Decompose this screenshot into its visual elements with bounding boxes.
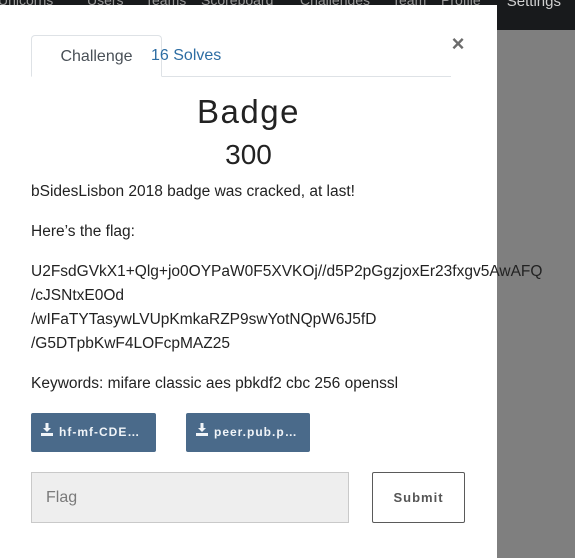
flag-line: /G5DTpbKwF4LOFcpMAZ25 xyxy=(31,335,230,352)
download-icon xyxy=(41,413,53,452)
file-download-button[interactable]: peer.pub.pem xyxy=(186,413,310,452)
modal-tabs: Challenge 16 Solves xyxy=(31,35,451,77)
challenge-points: 300 xyxy=(225,139,272,170)
file-name: hf-mf-CDEF... xyxy=(59,425,145,440)
submit-button[interactable]: Submit xyxy=(372,472,465,523)
download-icon xyxy=(196,413,208,452)
challenge-name: Badge xyxy=(197,93,300,130)
flag-line: /cJSNtxE0Od xyxy=(31,287,125,304)
flag-ciphertext: U2FsdGVkX1+Qlg+jo0OYPaW0F5XVKOj//d5P2pGg… xyxy=(31,260,542,356)
description-line: bSidesLisbon 2018 badge was cracked, at … xyxy=(31,183,355,200)
challenge-modal: Challenge 16 Solves × Badge 300 bSidesLi… xyxy=(0,5,542,558)
file-download-button[interactable]: hf-mf-CDEF... xyxy=(31,413,156,452)
flag-line: /wIFaTYTasywLVUpKmkaRZP9swYotNQpW6J5fD xyxy=(31,311,377,328)
close-icon[interactable]: × xyxy=(450,33,466,55)
description-line: Here’s the flag: xyxy=(31,223,135,240)
keywords: Keywords: mifare classic aes pbkdf2 cbc … xyxy=(31,375,399,392)
flag-input[interactable] xyxy=(31,472,349,523)
flag-line: U2FsdGVkX1+Qlg+jo0OYPaW0F5XVKOj//d5P2pGg… xyxy=(31,263,543,280)
nav-settings-link[interactable]: Settings xyxy=(507,0,561,10)
file-name: peer.pub.pem xyxy=(214,425,300,440)
tab-solves[interactable]: 16 Solves xyxy=(135,35,237,76)
